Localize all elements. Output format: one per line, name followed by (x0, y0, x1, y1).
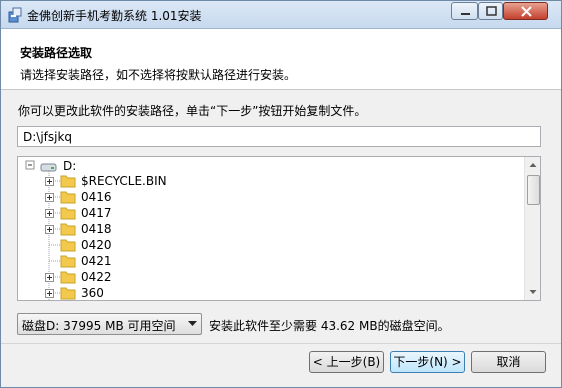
back-button[interactable]: < 上一步(B) (309, 351, 384, 373)
close-button[interactable] (503, 2, 548, 20)
folder-icon (60, 239, 76, 252)
chevron-down-icon (188, 321, 197, 326)
expand-plus-icon[interactable] (45, 177, 54, 186)
installer-window: 金佛创新手机考勤系统 1.01安装 安装路径选取 请选择安装路径，如不选择将按默… (0, 0, 562, 388)
tree-item-label: 0417 (81, 206, 112, 220)
scroll-up-arrow-icon[interactable] (525, 157, 541, 173)
expand-plus-icon[interactable] (45, 273, 54, 282)
disk-select-dropdown[interactable]: 磁盘D: 37995 MB 可用空间 (17, 313, 202, 335)
window-title: 金佛创新手机考勤系统 1.01安装 (27, 9, 202, 23)
footer-divider (1, 343, 561, 344)
folder-icon (60, 175, 76, 188)
tree-item-label: 0416 (81, 190, 112, 204)
folder-icon (60, 287, 76, 300)
expand-plus-icon[interactable] (45, 193, 54, 202)
folder-icon (60, 207, 76, 220)
tree-root-label[interactable]: D: (63, 159, 76, 173)
tree-item-label: 0421 (81, 254, 112, 268)
tree-scrollbar[interactable] (524, 157, 541, 300)
next-button[interactable]: 下一步(N) > (390, 351, 465, 373)
scrollbar-thumb[interactable] (527, 175, 540, 205)
page-subtitle: 请选择安装路径，如不选择将按默认路径进行安装。 (20, 68, 297, 82)
tree-item-label: 360 (81, 286, 104, 300)
title-bar[interactable]: 金佛创新手机考勤系统 1.01安装 (1, 1, 561, 29)
maximize-button[interactable] (478, 2, 503, 20)
page-title: 安装路径选取 (20, 46, 93, 60)
folder-icon (60, 191, 76, 204)
close-icon (521, 6, 532, 17)
expand-plus-icon[interactable] (45, 225, 54, 234)
drive-icon (40, 163, 57, 172)
page-header: 安装路径选取 请选择安装路径，如不选择将按默认路径进行安装。 (1, 29, 561, 90)
install-path-input[interactable] (17, 126, 541, 147)
tree-item-label: $RECYCLE.BIN (81, 174, 167, 188)
folder-tree[interactable]: D: $RECYCLE.BIN 0416 0417 0418 0420 0421… (17, 156, 541, 301)
minimize-button[interactable] (451, 2, 478, 20)
expand-plus-icon[interactable] (45, 289, 54, 298)
tree-item-label: 0422 (81, 270, 112, 284)
maximize-icon (486, 6, 497, 16)
cancel-button[interactable]: 取消 (471, 351, 546, 373)
expand-plus-icon[interactable] (45, 209, 54, 218)
minimize-icon (461, 13, 470, 15)
folder-icon (60, 223, 76, 236)
folder-icon (60, 255, 76, 268)
installer-app-icon (8, 7, 22, 23)
folder-icon (60, 271, 76, 284)
instruction-text: 你可以更改此软件的安装路径，单击“下一步”按钮开始复制文件。 (18, 104, 367, 118)
required-space-text: 安装此软件至少需要 43.62 MB的磁盘空间。 (209, 319, 450, 333)
tree-item-label: 0418 (81, 222, 112, 236)
tree-item-label: 0420 (81, 238, 112, 252)
disk-select-value: 磁盘D: 37995 MB 可用空间 (22, 319, 176, 333)
scroll-down-arrow-icon[interactable] (525, 284, 541, 300)
